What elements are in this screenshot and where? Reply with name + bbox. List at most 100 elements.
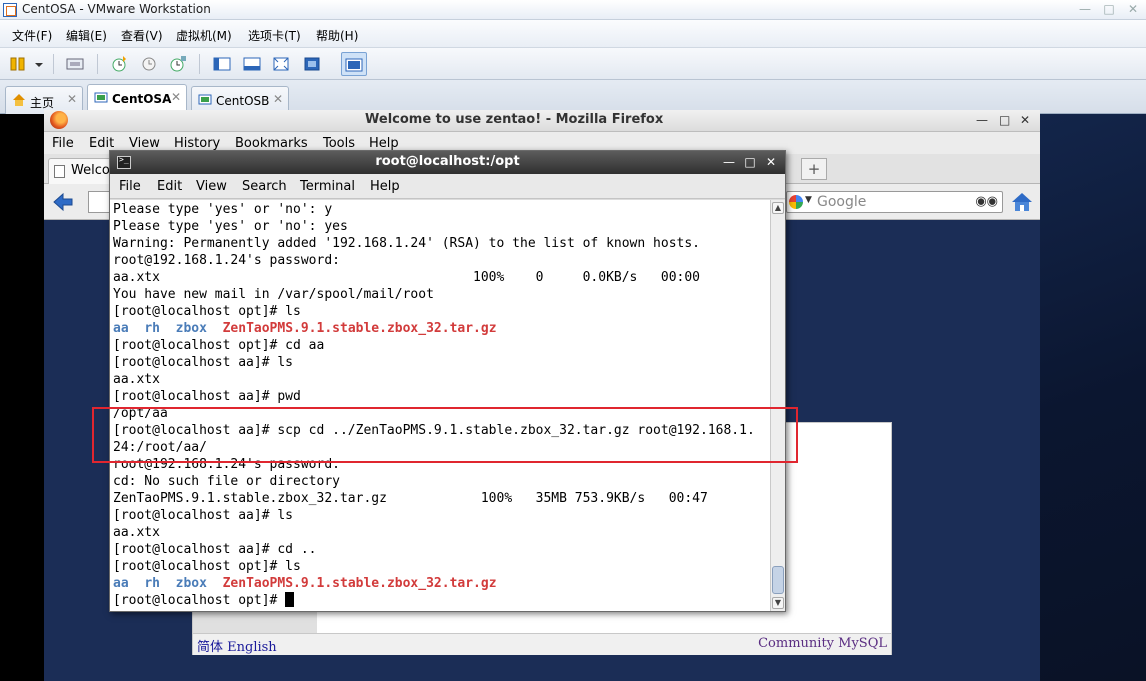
tab-centosa-label: CentOSA — [112, 92, 172, 106]
maximize-icon[interactable]: □ — [743, 155, 757, 169]
terminal-text: aa.xtx — [113, 525, 160, 540]
pause-icon[interactable] — [7, 53, 29, 75]
snapshot-icon[interactable] — [108, 53, 130, 75]
terminal-line: [root@localhost opt]# cd aa — [113, 337, 324, 354]
ff-menu-bookmarks[interactable]: Bookmarks — [235, 136, 308, 151]
scrollbar-thumb[interactable] — [772, 566, 784, 594]
terminal-line: Warning: Permanently added '192.168.1.24… — [113, 235, 700, 252]
console-view-icon[interactable] — [341, 52, 367, 76]
ff-menu-edit[interactable]: Edit — [89, 136, 114, 151]
directory-name: aa — [113, 321, 129, 336]
ff-menu-view[interactable]: View — [129, 136, 160, 151]
vm-icon — [198, 94, 212, 105]
maximize-icon[interactable]: □ — [1098, 2, 1120, 17]
google-icon — [789, 195, 803, 209]
terminal-line: 24:/root/aa/ — [113, 439, 207, 456]
term-menu-file[interactable]: File — [119, 179, 141, 194]
back-arrow-icon[interactable] — [52, 192, 74, 212]
terminal-window: root@localhost:/opt — □ ✕ File Edit View… — [109, 150, 786, 612]
revert-snapshot-icon[interactable] — [138, 53, 160, 75]
snapshot-manager-icon[interactable] — [167, 53, 189, 75]
terminal-line: [root@localhost opt]# ls — [113, 558, 301, 575]
close-icon[interactable]: ✕ — [1020, 113, 1030, 127]
terminal-line: [root@localhost aa]# cd .. — [113, 541, 317, 558]
vmware-menubar: 文件(F) 编辑(E) 查看(V) 虚拟机(M) 选项卡(T) 帮助(H) — [0, 20, 1146, 48]
toolbar-separator — [199, 54, 200, 74]
terminal-line: [root@localhost aa]# ls — [113, 354, 293, 371]
tab-centosb-label: CentOSB — [216, 94, 270, 108]
terminal-scrollbar[interactable]: ▲ ▼ — [770, 200, 785, 611]
menu-tabs[interactable]: 选项卡(T) — [248, 27, 301, 44]
menu-file[interactable]: 文件(F) — [12, 27, 52, 44]
community-link[interactable]: Community MySQL — [758, 636, 887, 651]
scroll-up-icon[interactable]: ▲ — [772, 202, 784, 214]
close-icon[interactable]: ✕ — [764, 155, 778, 169]
terminal-line: root@192.168.1.24's password: — [113, 456, 340, 473]
vmware-titlebar: CentOSA - VMware Workstation — □ ✕ — [0, 0, 1146, 20]
ff-menu-file[interactable]: File — [52, 136, 74, 151]
close-icon[interactable]: ✕ — [67, 92, 77, 106]
term-menu-search[interactable]: Search — [242, 179, 287, 194]
chevron-down-icon[interactable] — [28, 53, 43, 75]
terminal-text: Please type 'yes' or 'no': y — [113, 202, 333, 217]
terminal-text: /opt/aa — [113, 406, 168, 421]
firefox-logo-icon — [50, 111, 68, 129]
directory-name: rh — [144, 576, 160, 591]
scroll-down-icon[interactable]: ▼ — [772, 597, 784, 609]
new-tab-button[interactable]: + — [801, 158, 827, 180]
search-placeholder: Google — [817, 194, 867, 210]
firefox-tab-label: Welco — [71, 163, 110, 178]
terminal-screen[interactable]: Please type 'yes' or 'no': y Please type … — [110, 200, 770, 611]
minimize-icon[interactable]: — — [722, 155, 736, 169]
vm-icon — [94, 92, 108, 103]
guest-wallpaper — [1040, 114, 1146, 681]
minimize-icon[interactable]: — — [976, 113, 988, 127]
terminal-text: [root@localhost opt]# ls — [113, 304, 301, 319]
close-icon[interactable]: ✕ — [1122, 2, 1144, 17]
home-icon[interactable] — [1010, 190, 1034, 214]
tab-home-label: 主页 — [30, 96, 55, 110]
terminal-line: [root@localhost aa]# ls — [113, 507, 293, 524]
sidebar-view-icon[interactable] — [211, 53, 233, 75]
menu-view[interactable]: 查看(V) — [121, 27, 163, 44]
term-menu-view[interactable]: View — [196, 179, 227, 194]
close-icon[interactable]: ✕ — [273, 92, 283, 106]
terminal-line: [root@localhost opt]# ls — [113, 303, 301, 320]
menu-edit[interactable]: 编辑(E) — [66, 27, 107, 44]
chevron-down-icon[interactable]: ▼ — [805, 195, 812, 205]
terminal-text: Please type 'yes' or 'no': yes — [113, 219, 348, 234]
zentao-footer: 简体 English Community MySQL — [193, 633, 891, 655]
maximize-icon[interactable]: □ — [999, 113, 1010, 127]
menu-vm[interactable]: 虚拟机(M) — [176, 27, 232, 44]
ff-menu-tools[interactable]: Tools — [323, 136, 355, 151]
terminal-line: Please type 'yes' or 'no': y — [113, 201, 332, 218]
unity-icon[interactable] — [301, 53, 323, 75]
minimize-icon[interactable]: — — [1074, 2, 1096, 17]
terminal-line: aa rh zbox ZenTaoPMS.9.1.stable.zbox_32.… — [113, 575, 497, 592]
terminal-text: [root@localhost opt]# ls — [113, 559, 301, 574]
terminal-text: [root@localhost aa]# ls — [113, 355, 294, 370]
term-menu-terminal[interactable]: Terminal — [300, 179, 355, 194]
binoculars-icon[interactable]: ◉◉ — [975, 194, 998, 209]
language-links[interactable]: 简体 English — [197, 636, 277, 655]
close-icon[interactable]: ✕ — [171, 90, 181, 104]
ff-menu-help[interactable]: Help — [369, 136, 399, 151]
terminal-line: root@192.168.1.24's password: — [113, 252, 340, 269]
thumbnail-view-icon[interactable] — [241, 53, 263, 75]
term-menu-edit[interactable]: Edit — [157, 179, 182, 194]
terminal-text: [root@localhost aa]# cd .. — [113, 542, 317, 557]
directory-name: aa — [113, 576, 129, 591]
fullscreen-icon[interactable] — [270, 53, 292, 75]
directory-name: zbox — [175, 321, 207, 336]
terminal-menubar: File Edit View Search Terminal Help — [110, 174, 785, 199]
send-keys-icon[interactable] — [64, 53, 86, 75]
ff-menu-history[interactable]: History — [174, 136, 220, 151]
search-input[interactable]: ▼ Google ◉◉ — [786, 191, 1003, 213]
term-menu-help[interactable]: Help — [370, 179, 400, 194]
menu-help[interactable]: 帮助(H) — [316, 27, 358, 44]
